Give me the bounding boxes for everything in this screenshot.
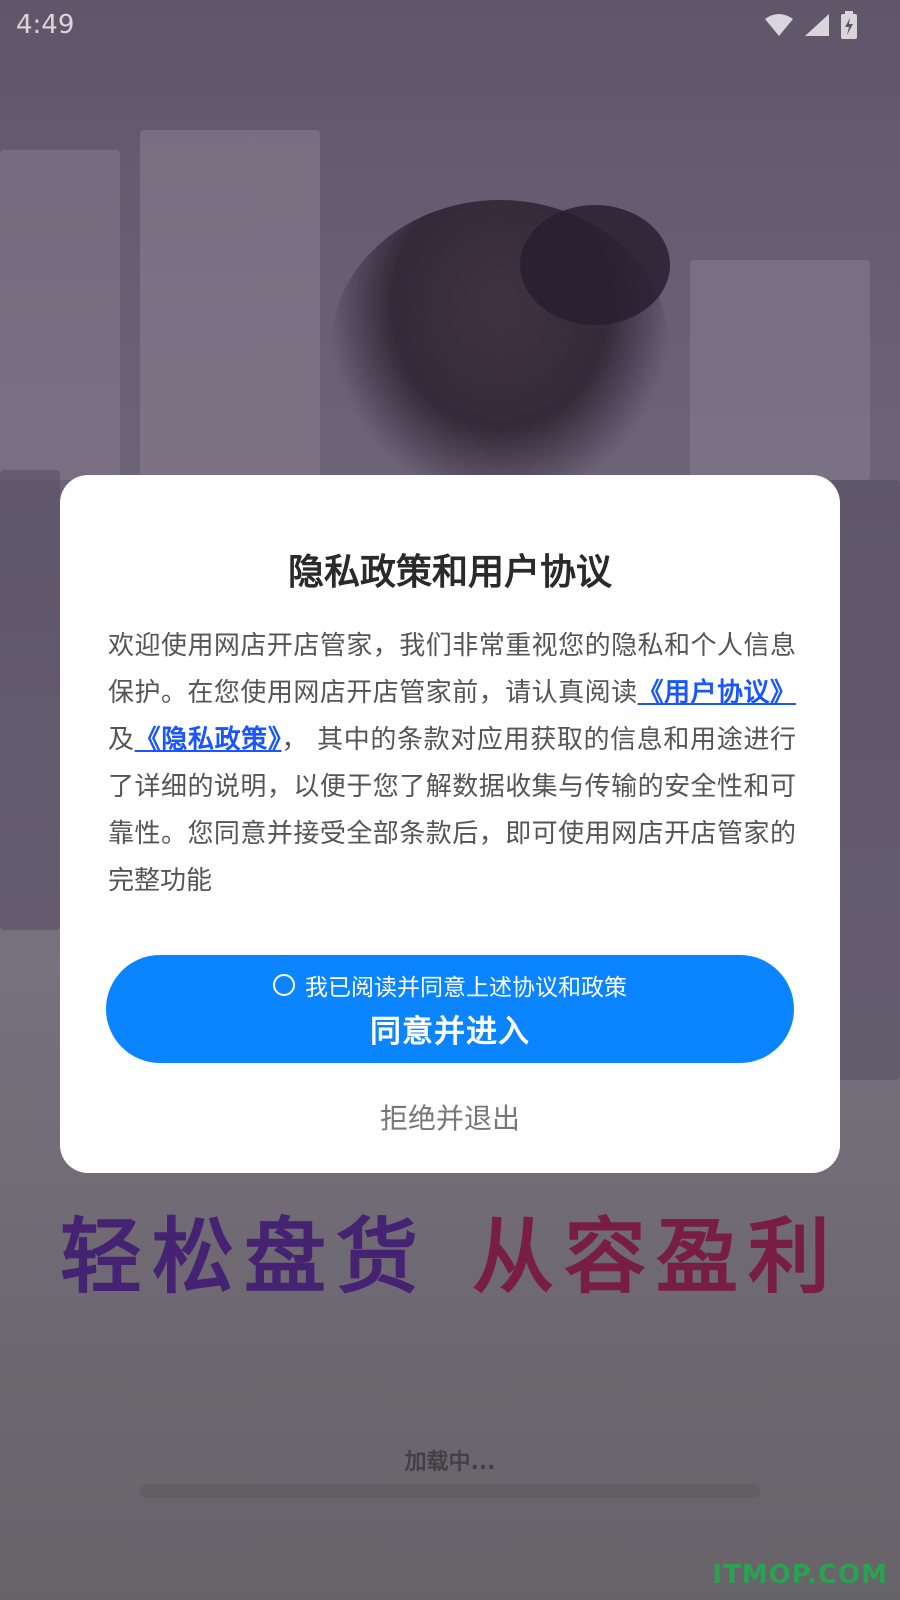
dialog-title: 隐私政策和用户协议 [287, 552, 612, 593]
user-agreement-link[interactable]: 《用户协议》 [638, 678, 796, 708]
privacy-dialog: 隐私政策和用户协议 欢迎使用网店开店管家，我们非常重视您的隐私和个人信息保护。在… [60, 475, 840, 1173]
agree-and-enter-button[interactable]: 我已阅读并同意上述协议和政策 同意并进入 [106, 955, 794, 1063]
agree-checkbox-label: 我已阅读并同意上述协议和政策 [305, 974, 627, 1001]
splash-screen: 4:49 轻松盘货 从容盈利 加载中... ITMOP.COM 隐私政策和用户协议… [0, 0, 900, 1600]
agree-checkbox-row[interactable]: 我已阅读并同意上述协议和政策 [273, 968, 627, 1002]
agree-checkbox[interactable] [273, 973, 295, 996]
dialog-body: 欢迎使用网店开店管家，我们非常重视您的隐私和个人信息保护。在您使用网店开店管家前… [108, 623, 796, 905]
reject-and-exit-button[interactable]: 拒绝并退出 [60, 1097, 840, 1137]
agree-button-label: 同意并进入 [370, 1013, 530, 1050]
privacy-policy-link[interactable]: 《隐私政策》 [135, 725, 282, 755]
body-text-and: 及 [108, 725, 135, 755]
